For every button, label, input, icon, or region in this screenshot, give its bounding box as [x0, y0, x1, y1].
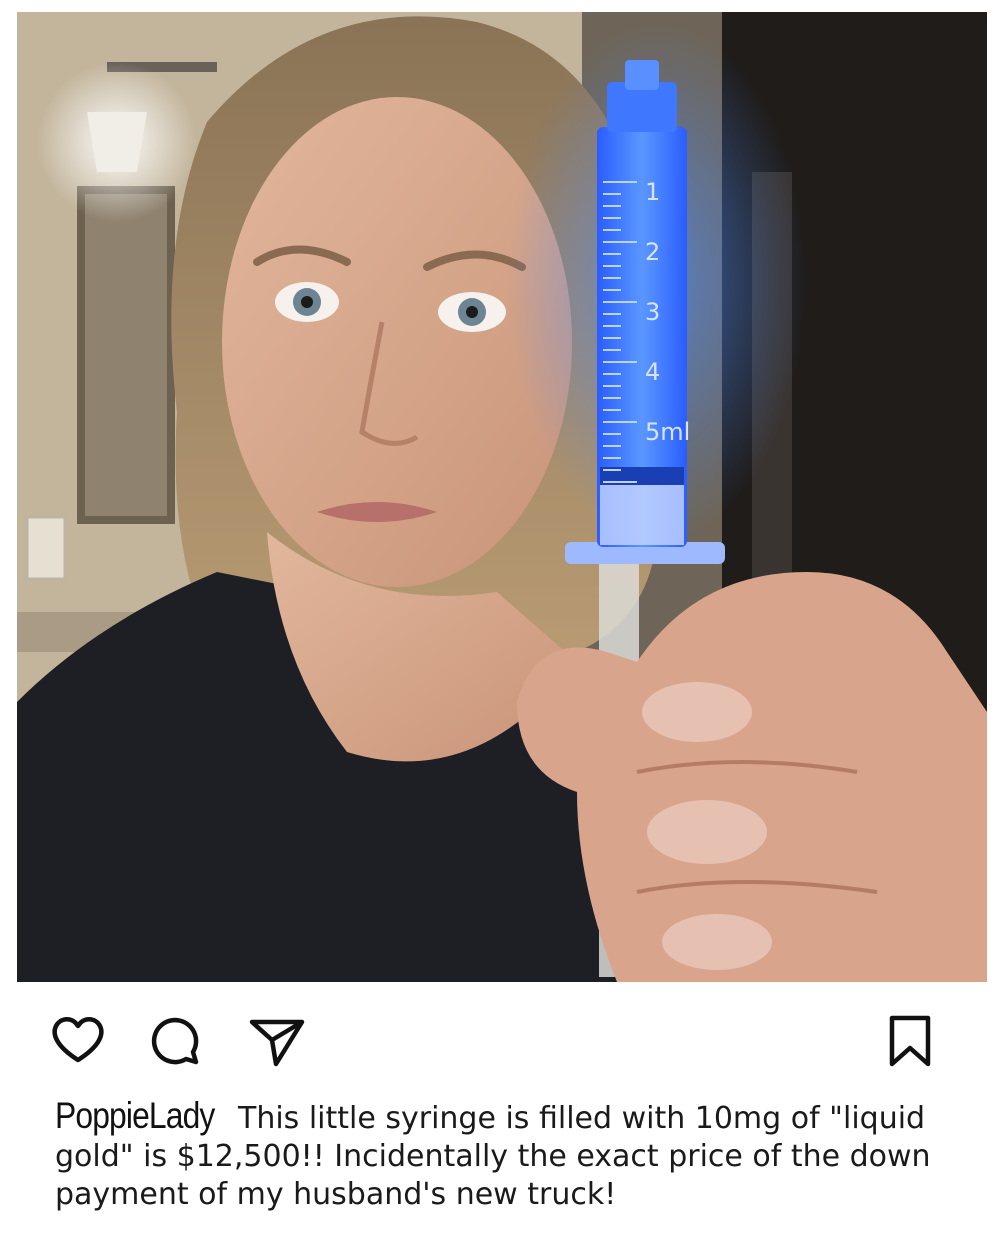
- heart-icon[interactable]: [48, 1010, 108, 1070]
- post-photo[interactable]: 1 2 3 4 5ml: [17, 12, 987, 982]
- syringe-scale-label: 3: [645, 298, 660, 326]
- syringe-scale-label: 2: [645, 238, 660, 266]
- bookmark-icon[interactable]: [880, 1010, 940, 1070]
- paper-plane-icon[interactable]: [246, 1010, 306, 1070]
- caption-username[interactable]: PoppieLady: [55, 1097, 215, 1135]
- post-action-bar: [0, 1010, 1000, 1070]
- comment-bubble-icon[interactable]: [146, 1010, 206, 1070]
- syringe-scale-label: 4: [645, 358, 660, 386]
- syringe-scale-label: 1: [645, 178, 660, 206]
- post-caption: PoppieLady This little syringe is filled…: [55, 1097, 955, 1214]
- syringe-scale-label: 5ml: [645, 418, 690, 446]
